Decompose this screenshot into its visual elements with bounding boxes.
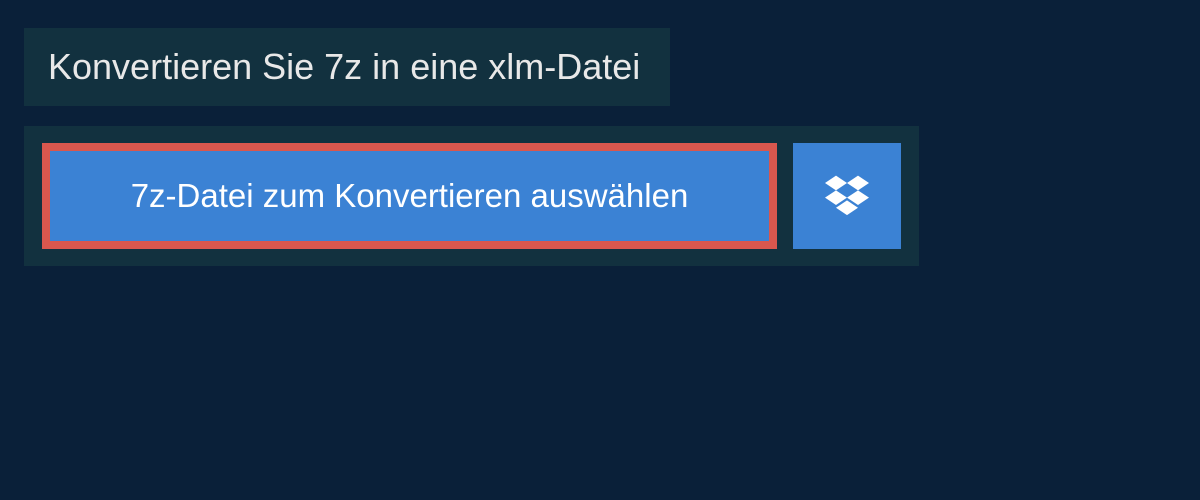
dropbox-icon (825, 172, 869, 221)
select-file-label: 7z-Datei zum Konvertieren auswählen (131, 177, 689, 215)
select-file-button[interactable]: 7z-Datei zum Konvertieren auswählen (42, 143, 777, 249)
upload-panel: 7z-Datei zum Konvertieren auswählen (24, 126, 919, 266)
dropbox-button[interactable] (793, 143, 901, 249)
header-bar: Konvertieren Sie 7z in eine xlm-Datei (24, 28, 670, 106)
converter-widget: Konvertieren Sie 7z in eine xlm-Datei 7z… (0, 0, 1200, 500)
page-title: Konvertieren Sie 7z in eine xlm-Datei (48, 46, 640, 88)
